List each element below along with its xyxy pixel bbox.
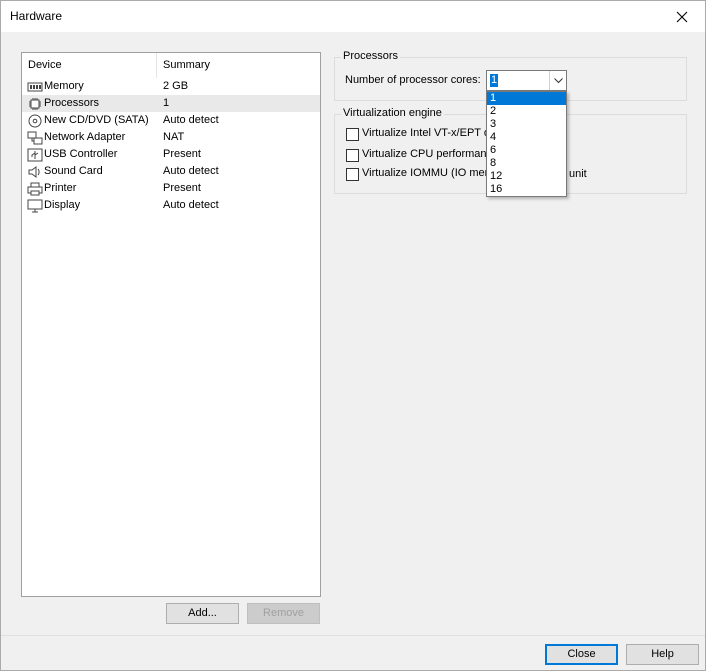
checkbox-box[interactable]	[346, 168, 359, 181]
help-button[interactable]: Help	[626, 644, 699, 665]
footer-divider	[1, 635, 705, 636]
iommu-label-tail: unit	[569, 168, 587, 180]
device-row-processors[interactable]: Processors 1	[22, 95, 320, 112]
device-summary: Present	[163, 148, 201, 160]
device-summary: Auto detect	[163, 199, 219, 211]
dropdown-option[interactable]: 2	[487, 105, 566, 118]
device-name: Printer	[44, 182, 77, 194]
processor-icon	[27, 96, 43, 111]
close-button[interactable]: Close	[545, 644, 618, 665]
checkbox-label: Virtualize Intel VT-x/EPT o	[362, 127, 490, 139]
cd-dvd-icon	[27, 113, 43, 128]
dropdown-option[interactable]: 16	[487, 183, 566, 196]
dropdown-option[interactable]: 6	[487, 144, 566, 157]
dropdown-option[interactable]: 1	[487, 92, 566, 105]
title-bar: Hardware	[1, 1, 705, 32]
usb-icon	[27, 147, 43, 162]
device-row-cd-dvd[interactable]: New CD/DVD (SATA) Auto detect	[22, 112, 320, 129]
processor-cores-value: 1	[490, 74, 499, 87]
device-row-network-adapter[interactable]: Network Adapter NAT	[22, 129, 320, 146]
dropdown-option[interactable]: 4	[487, 131, 566, 144]
device-row-memory[interactable]: Memory 2 GB	[22, 78, 320, 95]
processors-group-label: Processors	[341, 50, 401, 62]
processor-cores-dropdown[interactable]: 1 2 3 4 6 8 12 16	[486, 91, 567, 197]
network-icon	[27, 130, 43, 145]
device-name: Processors	[44, 97, 100, 109]
speaker-icon	[27, 164, 43, 179]
checkbox-label: Virtualize CPU performan	[362, 148, 487, 160]
device-name: Network Adapter	[44, 131, 126, 143]
device-name: Memory	[44, 80, 84, 92]
add-device-button[interactable]: Add...	[166, 603, 239, 624]
printer-icon	[27, 181, 43, 196]
device-summary: Present	[163, 182, 201, 194]
device-row-usb-controller[interactable]: USB Controller Present	[22, 146, 320, 163]
device-summary: 1	[163, 97, 170, 109]
display-icon	[27, 198, 43, 213]
device-summary: Auto detect	[163, 114, 219, 126]
device-name: Sound Card	[44, 165, 103, 177]
window-title: Hardware	[10, 9, 63, 23]
device-list[interactable]: Device Summary Memory 2 GB Processors 1	[21, 52, 321, 597]
remove-device-button[interactable]: Remove	[247, 603, 320, 624]
column-header-device[interactable]: Device	[22, 53, 157, 78]
device-summary: Auto detect	[163, 165, 219, 177]
device-summary: 2 GB	[163, 80, 189, 92]
device-name: USB Controller	[44, 148, 118, 160]
chevron-down-icon[interactable]	[549, 71, 566, 90]
processor-cores-select[interactable]: 1	[486, 70, 567, 91]
memory-icon	[27, 79, 43, 94]
processor-cores-label: Number of processor cores:	[345, 74, 481, 86]
hardware-dialog: Hardware Device Summary Memory 2 GB Proc…	[0, 0, 706, 671]
device-name: Display	[44, 199, 81, 211]
device-rows: Memory 2 GB Processors 1 New CD/DVD (SAT…	[22, 78, 320, 214]
checkbox-box[interactable]	[346, 149, 359, 162]
device-row-printer[interactable]: Printer Present	[22, 180, 320, 197]
virtualization-group-label: Virtualization engine	[341, 107, 444, 119]
device-row-display[interactable]: Display Auto detect	[22, 197, 320, 214]
device-row-sound-card[interactable]: Sound Card Auto detect	[22, 163, 320, 180]
dropdown-option[interactable]: 8	[487, 157, 566, 170]
dropdown-option[interactable]: 12	[487, 170, 566, 183]
device-summary: NAT	[163, 131, 185, 143]
close-icon	[676, 11, 688, 22]
close-window-button[interactable]	[659, 1, 705, 32]
device-name: New CD/DVD (SATA)	[44, 114, 149, 126]
checkbox-box[interactable]	[346, 128, 359, 141]
dropdown-option[interactable]: 3	[487, 118, 566, 131]
checkbox-label: Virtualize IOMMU (IO mem	[362, 167, 494, 179]
column-header-summary[interactable]: Summary	[157, 53, 321, 78]
